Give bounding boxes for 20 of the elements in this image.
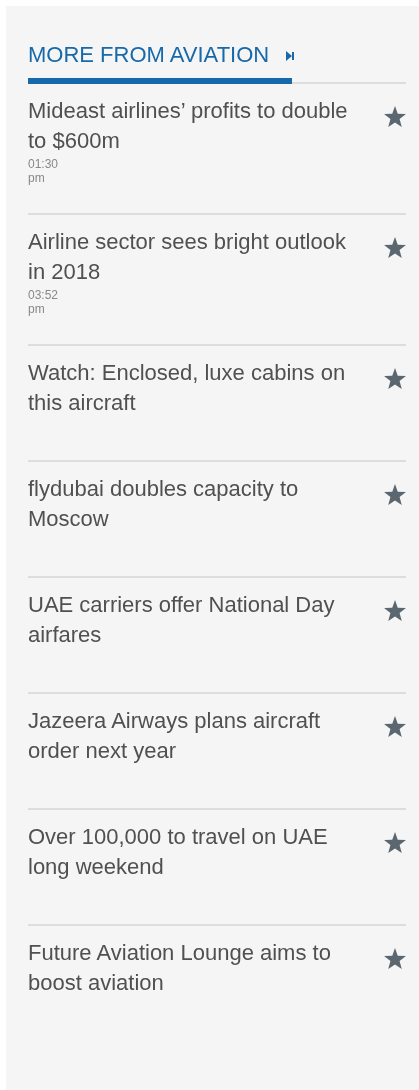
star-icon[interactable] xyxy=(384,716,406,737)
article-link[interactable]: Mideast airlines’ profits to double to $600m xyxy=(28,96,348,156)
star-icon[interactable] xyxy=(384,948,406,969)
article-link[interactable]: Watch: Enclosed, luxe cabins on this aircraft xyxy=(28,358,348,418)
article-link[interactable]: Future Aviation Lounge aims to boost aviation xyxy=(28,938,348,998)
section-heading: MORE FROM AVIATION xyxy=(28,41,271,69)
star-icon[interactable] xyxy=(384,832,406,853)
article-link[interactable]: Airline sector sees bright outlook in 2018 xyxy=(28,227,348,287)
article-time: 01:30 pm xyxy=(28,157,60,185)
article-link[interactable]: Over 100,000 to travel on UAE long weekend xyxy=(28,822,348,882)
star-icon[interactable] xyxy=(384,368,406,389)
star-icon[interactable] xyxy=(384,237,406,258)
star-icon[interactable] xyxy=(384,600,406,621)
article-link[interactable]: UAE carriers offer National Day airfares xyxy=(28,590,348,650)
star-icon[interactable] xyxy=(384,106,406,127)
star-icon[interactable] xyxy=(384,484,406,505)
article-link[interactable]: flydubai doubles capacity to Moscow xyxy=(28,474,348,534)
article-time: 03:52 pm xyxy=(28,288,60,316)
article-link[interactable]: Jazeera Airways plans aircraft order next year xyxy=(28,706,348,766)
play-icon xyxy=(286,51,294,61)
